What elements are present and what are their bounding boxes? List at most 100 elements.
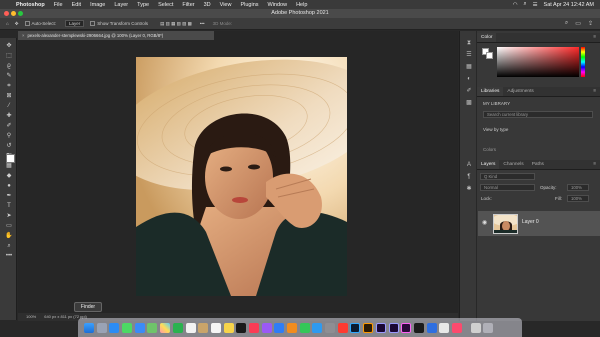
move-tool-icon[interactable]: ✥ xyxy=(15,21,19,27)
close-window-button[interactable] xyxy=(4,11,9,16)
illustrator-icon[interactable] xyxy=(363,322,374,333)
type-tool-icon[interactable]: T xyxy=(5,202,13,210)
app-icon[interactable] xyxy=(451,322,462,333)
zoom-window-button[interactable] xyxy=(18,11,23,16)
paragraph-icon[interactable]: ¶ xyxy=(465,173,473,181)
blur-tool-icon[interactable]: ◆ xyxy=(5,172,13,180)
blend-mode-dropdown[interactable]: Normal xyxy=(480,184,535,191)
path-select-tool-icon[interactable]: ➤ xyxy=(5,212,13,220)
after-effects-icon[interactable] xyxy=(388,322,399,333)
history-brush-tool-icon[interactable]: ↺ xyxy=(5,142,13,150)
tab-paths[interactable]: Paths xyxy=(528,160,548,169)
music-icon[interactable] xyxy=(248,322,259,333)
menu-image[interactable]: Image xyxy=(90,2,105,8)
quick-select-tool-icon[interactable]: ✎ xyxy=(5,72,13,80)
layer-thumbnail[interactable] xyxy=(493,214,518,234)
podcasts-icon[interactable] xyxy=(261,322,272,333)
home-icon[interactable]: ⌂ xyxy=(6,21,9,26)
minimize-window-button[interactable] xyxy=(11,11,16,16)
background-swatch[interactable] xyxy=(486,52,493,59)
clock[interactable]: Sat Apr 24 12:42 AM xyxy=(544,2,594,8)
contacts-icon[interactable] xyxy=(198,322,209,333)
menu-type[interactable]: Type xyxy=(137,2,149,8)
share-icon[interactable]: ⇪ xyxy=(588,20,593,27)
rectangle-tool-icon[interactable]: ▭ xyxy=(5,222,13,230)
pages-icon[interactable] xyxy=(287,322,297,333)
tv-icon[interactable] xyxy=(236,322,247,333)
menu-edit[interactable]: Edit xyxy=(72,2,81,8)
history-icon[interactable]: ⧗ xyxy=(465,39,473,47)
colors-section-label[interactable]: Colors xyxy=(483,147,496,152)
app-store-icon[interactable] xyxy=(274,322,285,333)
launchpad-icon[interactable] xyxy=(96,322,107,333)
adjustments-icon[interactable]: ◐ xyxy=(465,75,473,83)
hand-tool-icon[interactable]: ✋ xyxy=(5,232,13,240)
frame-tool-icon[interactable]: ⊠ xyxy=(5,92,13,100)
foreground-color-swatch[interactable] xyxy=(6,154,15,163)
maps-icon[interactable] xyxy=(147,322,158,333)
downloads-icon[interactable] xyxy=(470,322,481,333)
transform-controls-checkbox[interactable] xyxy=(90,21,96,26)
document-canvas-photo[interactable] xyxy=(136,57,347,296)
layer-name[interactable]: Layer 0 xyxy=(522,219,539,225)
menu-file[interactable]: File xyxy=(54,2,63,8)
lasso-tool-icon[interactable]: ϱ xyxy=(5,62,13,70)
preview-icon[interactable] xyxy=(439,322,450,333)
library-name[interactable]: MY LIBRARY xyxy=(483,101,510,106)
calendar-icon[interactable] xyxy=(185,322,196,333)
workspace-icon[interactable]: ▭ xyxy=(575,20,581,27)
notes-icon[interactable] xyxy=(223,322,234,333)
library-search-input[interactable]: Search current library xyxy=(483,111,593,118)
numbers-icon[interactable] xyxy=(299,322,310,333)
tab-libraries[interactable]: Libraries xyxy=(477,87,504,96)
move-tool-icon[interactable]: ✥ xyxy=(5,42,13,50)
brush-panel-icon[interactable]: ✐ xyxy=(465,87,473,95)
crop-tool-icon[interactable]: ⌗ xyxy=(5,82,13,90)
menu-select[interactable]: Select xyxy=(158,2,173,8)
menu-plugins[interactable]: Plugins xyxy=(240,2,258,8)
wifi-icon[interactable]: ◠ xyxy=(513,2,518,8)
menu-3d[interactable]: 3D xyxy=(204,2,211,8)
control-center-icon[interactable]: ☰ xyxy=(533,2,538,8)
menu-layer[interactable]: Layer xyxy=(114,2,128,8)
trash-icon[interactable] xyxy=(483,322,494,333)
auto-select-dropdown[interactable]: Layer xyxy=(65,20,85,27)
character-icon[interactable]: A xyxy=(465,161,473,169)
panel-menu-icon[interactable]: ≡ xyxy=(589,87,600,96)
align-icons[interactable]: ▤ ▥ ▦ ▧ ▨ ▩ xyxy=(160,21,192,27)
search-icon[interactable]: ⌕ xyxy=(524,1,527,8)
facetime-icon[interactable] xyxy=(172,322,183,333)
document-tab[interactable]: × pexels-alexander-stemplewski-2906664.jp… xyxy=(18,31,214,40)
app-icon[interactable] xyxy=(337,322,348,333)
zoom-tool-icon[interactable]: ⌕ xyxy=(5,242,13,250)
tab-adjustments[interactable]: Adjustments xyxy=(503,87,537,96)
system-preferences-icon[interactable] xyxy=(325,322,336,333)
keynote-icon[interactable] xyxy=(312,322,323,333)
premiere-icon[interactable] xyxy=(375,322,386,333)
xd-icon[interactable] xyxy=(401,322,412,333)
more-options-icon[interactable]: ••• xyxy=(200,21,205,26)
panel-menu-icon[interactable]: ≡ xyxy=(589,160,600,169)
gradient-tool-icon[interactable]: ▦ xyxy=(5,162,13,170)
search-icon[interactable]: ⌕ xyxy=(565,20,568,27)
brush-tool-icon[interactable]: ✐ xyxy=(5,122,13,130)
auto-select-checkbox[interactable] xyxy=(24,21,30,26)
photoshop-icon[interactable] xyxy=(350,322,361,333)
pen-tool-icon[interactable]: ✒ xyxy=(5,192,13,200)
clone-stamp-tool-icon[interactable]: ⚲ xyxy=(5,132,13,140)
tab-color[interactable]: Color xyxy=(477,33,497,42)
tab-channels[interactable]: Channels xyxy=(499,160,527,169)
zoom-level[interactable]: 100% xyxy=(26,313,36,321)
photos-icon[interactable] xyxy=(160,322,171,333)
healing-brush-tool-icon[interactable]: ✚ xyxy=(5,112,13,120)
more-tools-icon[interactable]: ••• xyxy=(5,252,13,260)
app-icon[interactable] xyxy=(426,322,437,333)
glyphs-icon[interactable]: ✱ xyxy=(465,185,473,193)
menu-view[interactable]: View xyxy=(220,2,232,8)
properties-icon[interactable]: ☰ xyxy=(465,51,473,59)
safari-icon[interactable] xyxy=(109,322,120,333)
gradient-panel-icon[interactable]: ▦ xyxy=(465,63,473,71)
reminders-icon[interactable] xyxy=(210,322,221,333)
finder-icon[interactable] xyxy=(84,322,94,333)
messages-icon[interactable] xyxy=(122,322,133,333)
